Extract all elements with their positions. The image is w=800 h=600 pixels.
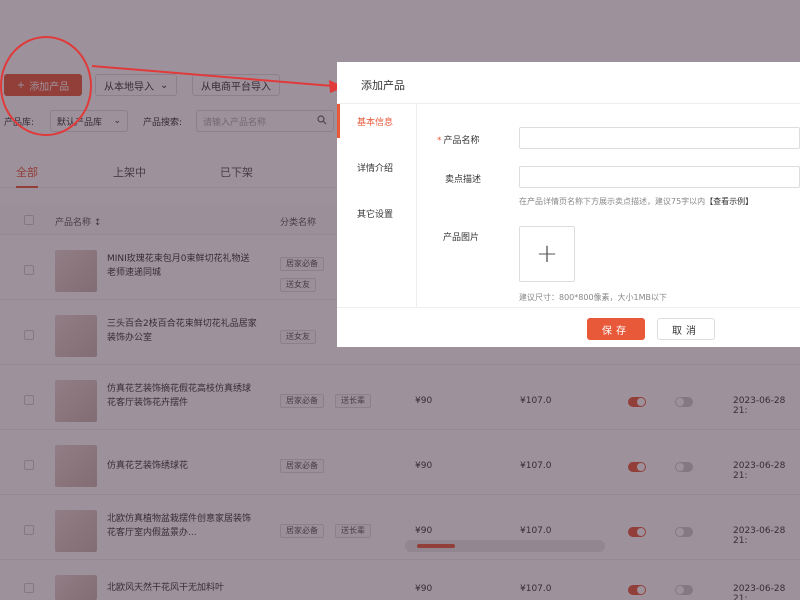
image-upload-button[interactable]: + — [519, 226, 575, 282]
dialog-footer: 保存 取消 — [337, 307, 800, 347]
selling-point-hint: 在产品详情页名称下方展示卖点描述，建议75字以内【查看示例】 — [519, 196, 753, 207]
plus-icon: + — [536, 239, 558, 269]
product-name-input[interactable] — [519, 127, 800, 149]
save-button[interactable]: 保存 — [587, 318, 645, 340]
image-size-hint: 建议尺寸：800*800像素，大小1MB以下 — [519, 293, 668, 302]
cancel-button[interactable]: 取消 — [657, 318, 715, 340]
view-example-link[interactable]: 【查看示例】 — [705, 197, 753, 206]
selling-point-input[interactable] — [519, 166, 800, 188]
product-image-label: 产品图片 — [443, 233, 480, 243]
product-name-label-text: 产品名称 — [443, 136, 480, 146]
required-marker: * — [437, 136, 442, 146]
product-name-label: * 产品名称 — [437, 133, 480, 146]
nav-other-settings[interactable]: 其它设置 — [337, 196, 417, 230]
dialog-header: 添加产品 — [337, 62, 800, 104]
dialog-nav: 基本信息 详情介绍 其它设置 — [337, 104, 417, 307]
nav-basic-info[interactable]: 基本信息 — [337, 104, 417, 138]
selling-point-hint-text: 在产品详情页名称下方展示卖点描述，建议75字以内 — [519, 197, 706, 206]
selling-point-label: 卖点描述 — [445, 175, 482, 185]
annotation-circle — [0, 36, 92, 136]
add-product-dialog: 添加产品 基本信息 详情介绍 其它设置 * 产品名称 卖点描述 在产品详情页名称下… — [337, 62, 800, 347]
dialog-title: 添加产品 — [361, 79, 405, 92]
nav-details[interactable]: 详情介绍 — [337, 150, 417, 184]
